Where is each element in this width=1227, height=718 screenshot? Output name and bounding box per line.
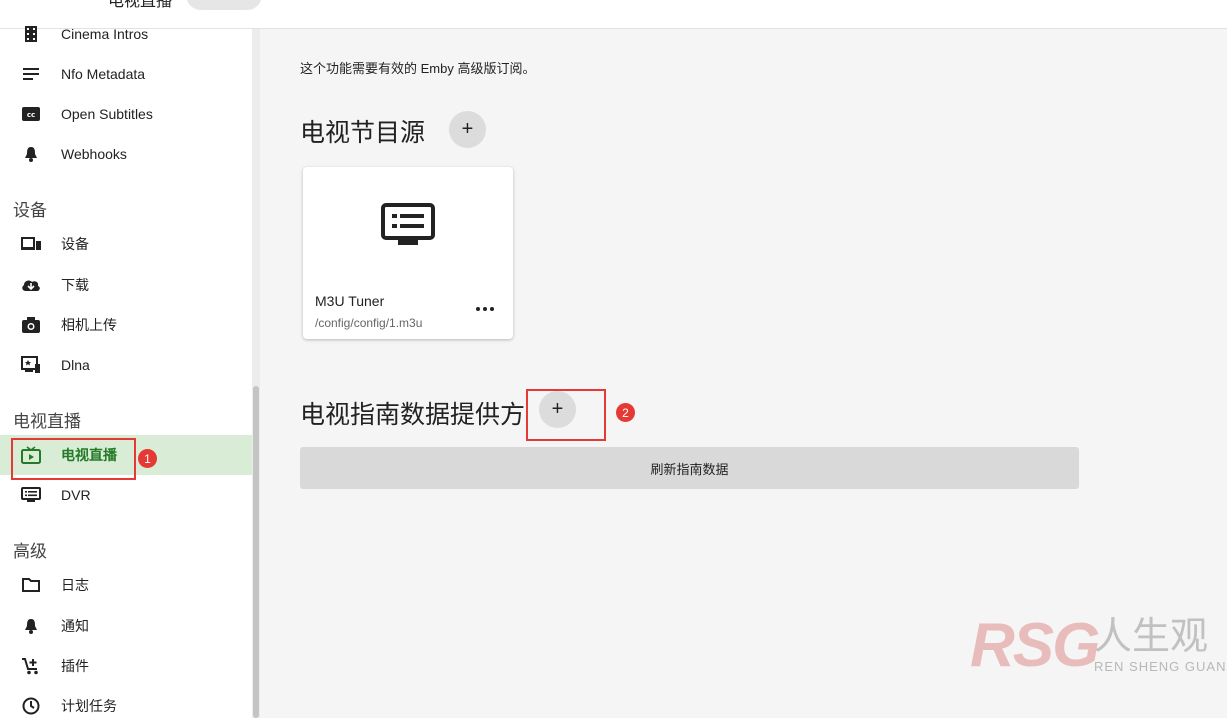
- annotation-box-2: [526, 389, 606, 441]
- clock-icon: [21, 697, 41, 715]
- sidebar-item-label: 相机上传: [61, 317, 117, 333]
- search-icon[interactable]: [1124, 0, 1140, 6]
- tv-sources-heading: 电视节目源: [300, 119, 426, 147]
- sidebar-item-label: Open Subtitles: [61, 106, 153, 122]
- sidebar-item-downloads[interactable]: 下载: [0, 265, 252, 305]
- sidebar-item-plugins[interactable]: 插件: [0, 646, 252, 686]
- sidebar-item-label: Dlna: [61, 357, 90, 373]
- sidebar-item-dlna[interactable]: Dlna: [0, 345, 252, 385]
- sidebar-item-label: Cinema Intros: [61, 26, 149, 42]
- premiere-notice: 这个功能需要有效的 Emby 高级版订阅。: [300, 61, 536, 76]
- scrollbar-thumb[interactable]: [253, 386, 259, 718]
- settings-icon[interactable]: [1172, 0, 1188, 6]
- sidebar-item-label: Webhooks: [61, 146, 127, 162]
- bell-icon: [21, 145, 41, 163]
- sidebar-item-cinema-intros[interactable]: Cinema Intros: [0, 14, 252, 54]
- sidebar-item-open-subtitles[interactable]: cc Open Subtitles: [0, 94, 252, 134]
- annotation-marker-1: 1: [138, 449, 157, 468]
- user-icon[interactable]: [1218, 0, 1227, 6]
- dvr-tv-icon: [381, 203, 435, 245]
- back-arrow-icon[interactable]: [12, 0, 28, 6]
- tuner-path: /config/config/1.m3u: [315, 316, 423, 330]
- closed-caption-icon: cc: [21, 105, 41, 123]
- cloud-download-icon: [21, 276, 41, 294]
- section-heading-livetv: 电视直播: [13, 412, 81, 431]
- sidebar-item-label: 下载: [61, 277, 89, 293]
- lines-icon: [21, 65, 41, 83]
- sidebar-item-label: 插件: [61, 658, 89, 674]
- sidebar-item-label: DVR: [61, 487, 91, 503]
- annotation-marker-2: 2: [616, 403, 635, 422]
- page-title: 电视直播: [108, 0, 173, 10]
- home-icon[interactable]: [60, 0, 76, 6]
- sidebar-item-label: 设备: [61, 236, 89, 252]
- tuner-card[interactable]: M3U Tuner /config/config/1.m3u: [303, 167, 513, 339]
- more-options-icon[interactable]: [473, 299, 497, 319]
- annotation-box-1: [11, 438, 136, 480]
- add-tv-source-button[interactable]: +: [449, 111, 486, 148]
- guide-providers-heading: 电视指南数据提供方: [300, 401, 526, 429]
- bell-icon: [21, 617, 41, 635]
- sidebar-item-dvr[interactable]: DVR: [0, 475, 252, 515]
- watermark-rsg: RSG: [970, 611, 1100, 680]
- watermark-logo: RSG 人生观 REN SHENG GUAN: [970, 611, 1227, 680]
- search-pill[interactable]: [186, 0, 262, 10]
- dvr-icon: [21, 486, 41, 504]
- svg-text:cc: cc: [27, 111, 35, 119]
- sidebar-scrollbar[interactable]: [252, 29, 260, 718]
- sidebar-item-logs[interactable]: 日志: [0, 565, 252, 605]
- sidebar-item-label: Nfo Metadata: [61, 66, 146, 82]
- sidebar-item-label: 日志: [61, 577, 89, 593]
- cart-add-icon: [21, 657, 41, 675]
- section-heading-devices: 设备: [13, 201, 47, 220]
- sidebar-item-notifications[interactable]: 通知: [0, 606, 252, 646]
- plus-icon: +: [461, 118, 474, 140]
- sidebar-item-label: 计划任务: [61, 698, 117, 714]
- sidebar-item-scheduled-tasks[interactable]: 计划任务: [0, 686, 252, 718]
- tuner-name: M3U Tuner: [315, 293, 385, 309]
- sidebar-item-nfo-metadata[interactable]: Nfo Metadata: [0, 54, 252, 94]
- refresh-guide-button[interactable]: 刷新指南数据: [300, 447, 1079, 489]
- dlna-icon: [21, 356, 41, 374]
- sidebar: Cinema Intros Nfo Metadata cc Open Subti…: [0, 26, 252, 718]
- devices-icon: [21, 235, 41, 253]
- film-icon: [21, 25, 41, 43]
- watermark-pinyin: REN SHENG GUAN: [1094, 659, 1227, 674]
- sidebar-item-webhooks[interactable]: Webhooks: [0, 134, 252, 174]
- camera-icon: [21, 316, 41, 334]
- sidebar-item-devices[interactable]: 设备: [0, 224, 252, 264]
- watermark-chinese: 人生观: [1094, 616, 1209, 658]
- sidebar-item-camera-upload[interactable]: 相机上传: [0, 305, 252, 345]
- cast-icon[interactable]: [1072, 0, 1088, 6]
- section-heading-advanced: 高级: [13, 542, 47, 561]
- folder-icon: [21, 576, 41, 594]
- sidebar-item-label: 通知: [61, 618, 89, 634]
